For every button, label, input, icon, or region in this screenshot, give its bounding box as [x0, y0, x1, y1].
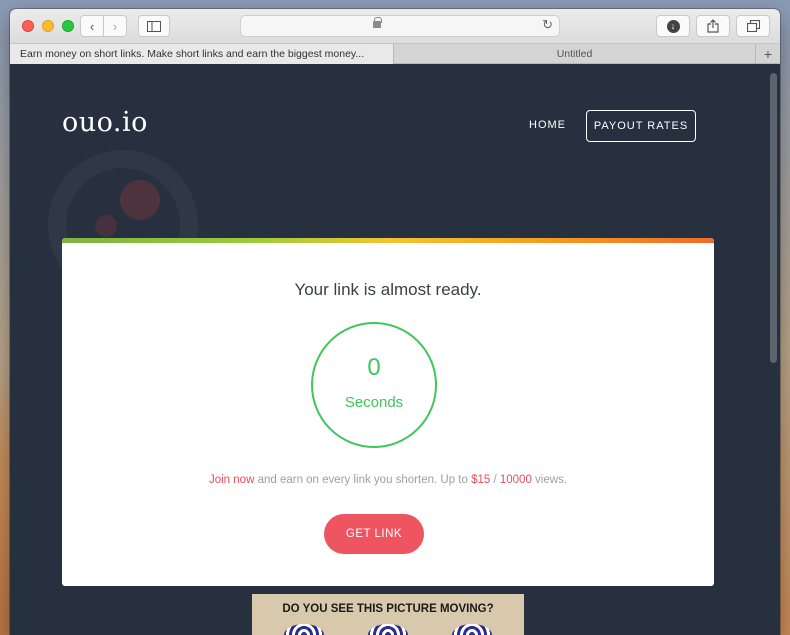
- link-card: Your link is almost ready. 0 Seconds Joi…: [62, 238, 714, 586]
- close-window-button[interactable]: [22, 20, 34, 32]
- page-viewport: ouo.io HOME PAYOUT RATES Your link is al…: [10, 65, 780, 635]
- plus-icon: +: [763, 46, 773, 62]
- tab-untitled[interactable]: Untitled: [394, 44, 756, 64]
- ad-swirl-image: [452, 624, 492, 635]
- tab-title: Untitled: [556, 48, 593, 60]
- reload-icon[interactable]: ↻: [542, 17, 553, 33]
- download-icon: ↓: [666, 19, 680, 33]
- ad-swirl-image: [368, 624, 408, 635]
- site-header: ouo.io HOME PAYOUT RATES: [10, 65, 770, 185]
- card-color-stripe: [62, 238, 714, 243]
- share-icon: [707, 19, 719, 33]
- browser-window: ‹ › ↻ ↓ Earn money on short links. Make …: [10, 9, 780, 635]
- tab-overview-button[interactable]: [736, 15, 770, 37]
- vertical-scrollbar[interactable]: [770, 73, 777, 363]
- watermark-dot: [95, 215, 117, 237]
- downloads-button[interactable]: ↓: [656, 15, 690, 37]
- countdown-timer: 0 Seconds: [311, 322, 437, 448]
- sidebar-icon: [147, 20, 161, 32]
- nav-payout-rates-button[interactable]: PAYOUT RATES: [586, 110, 696, 142]
- join-now-link[interactable]: Join now: [209, 474, 254, 486]
- share-button[interactable]: [696, 15, 730, 37]
- promo-suffix: views.: [531, 474, 568, 486]
- promo-amount: $15: [471, 474, 491, 486]
- minimize-window-button[interactable]: [42, 20, 54, 32]
- tabs-icon: [746, 20, 760, 32]
- ad-banner[interactable]: DO YOU SEE THIS PICTURE MOVING?: [252, 594, 524, 635]
- back-button[interactable]: ‹: [80, 15, 104, 37]
- ad-swirl-image: [284, 624, 324, 635]
- promo-middle: and earn on every link you shorten. Up t…: [254, 474, 472, 486]
- countdown-value: 0: [367, 354, 381, 381]
- address-bar[interactable]: ↻: [240, 15, 560, 37]
- tab-bar: Earn money on short links. Make short li…: [10, 44, 780, 64]
- promo-slash: /: [490, 474, 500, 486]
- promo-text: Join now and earn on every link you shor…: [62, 474, 714, 486]
- countdown-label: Seconds: [344, 394, 404, 411]
- lock-icon: [373, 17, 382, 28]
- zoom-window-button[interactable]: [62, 20, 74, 32]
- chevron-right-icon: ›: [112, 18, 118, 34]
- ad-headline: DO YOU SEE THIS PICTURE MOVING?: [282, 603, 494, 615]
- watermark-dot: [120, 180, 160, 220]
- get-link-button[interactable]: GET LINK: [324, 514, 424, 554]
- tab-title: Earn money on short links. Make short li…: [20, 48, 365, 60]
- chevron-left-icon: ‹: [89, 18, 95, 34]
- site-logo[interactable]: ouo.io: [62, 107, 148, 138]
- forward-button[interactable]: ›: [103, 15, 127, 37]
- new-tab-button[interactable]: +: [756, 44, 780, 64]
- nav-home-link[interactable]: HOME: [529, 119, 566, 131]
- sidebar-toggle-button[interactable]: [138, 15, 170, 37]
- browser-toolbar: ‹ › ↻ ↓: [10, 9, 780, 44]
- tab-ouo[interactable]: Earn money on short links. Make short li…: [10, 44, 394, 64]
- card-title: Your link is almost ready.: [294, 280, 482, 299]
- promo-views: 10000: [499, 474, 532, 486]
